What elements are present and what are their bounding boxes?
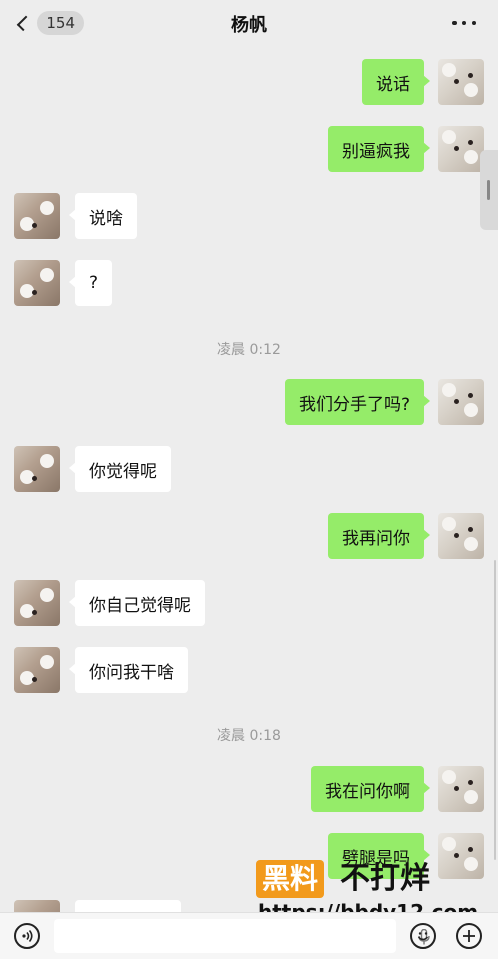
plus-icon[interactable] [456,923,482,949]
watermark-slogan: 不打烊 [340,861,430,896]
chat-header: 154 杨帆 [0,0,498,46]
message-bubble[interactable]: 说啥 [69,193,137,239]
message-bubble[interactable]: 我再问你 [328,513,430,559]
message-bubble[interactable]: 你问我干啥 [69,647,188,693]
avatar[interactable] [14,446,60,492]
avatar[interactable] [438,59,484,105]
input-bar [0,912,498,959]
message-bubble[interactable]: 你觉得呢 [69,446,171,492]
avatar[interactable] [14,647,60,693]
chat-title: 杨帆 [231,15,267,36]
message-bubble[interactable]: 别逼疯我 [328,126,430,172]
more-dots-icon[interactable] [452,20,476,26]
message-input[interactable] [54,919,430,953]
avatar[interactable] [14,193,60,239]
avatar[interactable] [438,766,484,812]
timestamp: 凌晨 0:18 [217,728,281,744]
message-bubble[interactable]: 我们分手了吗? [284,379,431,425]
message-bubble[interactable]: 说话 [362,59,430,105]
message-bubble[interactable]: 我在问你啊 [311,766,430,812]
voice-icon[interactable] [14,923,40,949]
scroll-handle[interactable] [480,150,498,230]
avatar[interactable] [438,126,484,172]
avatar[interactable] [438,513,484,559]
scrollbar[interactable] [494,560,496,860]
avatar[interactable] [14,580,60,626]
message-bubble[interactable]: ? [68,260,113,306]
emoji-icon[interactable] [410,923,436,949]
avatar[interactable] [14,900,60,912]
message-bubble[interactable]: 你自己觉得呢 [69,580,205,626]
watermark-brand: 黑料 [256,860,325,898]
avatar[interactable] [14,260,60,306]
avatar[interactable] [438,379,484,425]
message-bubble[interactable] [75,900,181,912]
timestamp: 凌晨 0:12 [217,342,281,358]
